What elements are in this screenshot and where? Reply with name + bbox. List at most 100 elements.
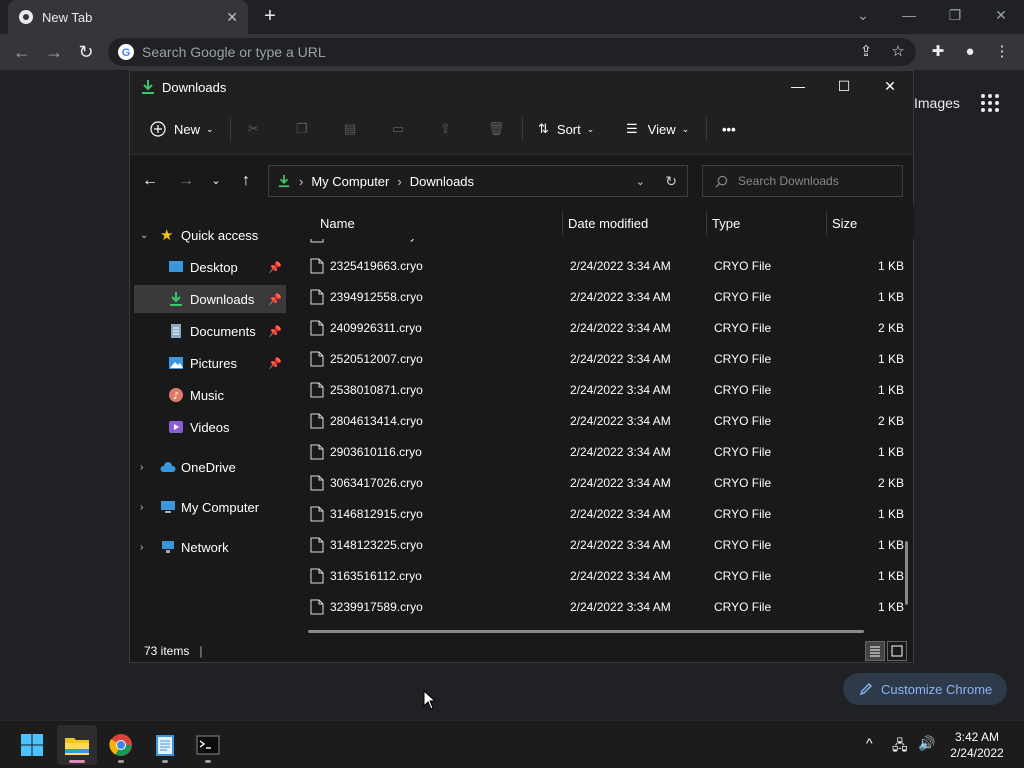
- network-status-icon[interactable]: 🖧: [892, 735, 908, 759]
- file-type: CRYO File: [714, 352, 772, 366]
- google-apps-icon[interactable]: [980, 93, 1000, 113]
- nav-quick-access[interactable]: ⌄ ★ Quick access: [134, 221, 286, 249]
- nav-my-computer[interactable]: › My Computer: [134, 493, 286, 521]
- share-file-icon[interactable]: ⇪: [440, 117, 451, 141]
- sort-label: Sort: [556, 121, 581, 137]
- explorer-minimize-button[interactable]: —: [775, 71, 821, 101]
- menu-icon[interactable]: ⋮: [990, 40, 1014, 64]
- column-date-modified[interactable]: Date modified: [568, 211, 648, 235]
- taskbar-terminal[interactable]: [188, 725, 228, 765]
- bookmark-star-icon[interactable]: ☆: [886, 40, 910, 64]
- nav-music[interactable]: ♪ Music: [134, 381, 286, 409]
- customize-chrome-button[interactable]: Customize Chrome: [843, 673, 1007, 705]
- up-icon[interactable]: ↑: [234, 169, 258, 193]
- column-name[interactable]: Name: [320, 211, 355, 235]
- expand-chevron-icon[interactable]: ›: [140, 462, 143, 473]
- images-link[interactable]: Images: [914, 95, 960, 111]
- column-size[interactable]: Size: [832, 211, 857, 235]
- refresh-icon[interactable]: ↻: [665, 173, 677, 190]
- volume-icon[interactable]: 🔊: [918, 735, 935, 752]
- expand-chevron-icon[interactable]: ›: [140, 542, 143, 553]
- taskbar-chrome[interactable]: [101, 725, 141, 765]
- horizontal-scrollbar[interactable]: [308, 630, 864, 633]
- file-row[interactable]: 3063417026.cryo 2/24/2022 3:34 AM CRYO Fil…: [310, 468, 910, 499]
- rename-icon[interactable]: ▭: [392, 117, 404, 141]
- forward-icon[interactable]: →: [42, 40, 66, 64]
- more-options-icon[interactable]: •••: [722, 117, 736, 141]
- nav-downloads[interactable]: Downloads 📌: [134, 285, 286, 313]
- tab-title: New Tab: [42, 9, 93, 25]
- status-bar: 73 items |: [130, 639, 913, 663]
- tab-new-tab[interactable]: New Tab ✕: [8, 0, 248, 34]
- nav-pictures[interactable]: Pictures 📌: [134, 349, 286, 377]
- file-row[interactable]: 2325419663.cryo 2/24/2022 3:34 AM CRYO Fil…: [310, 251, 910, 282]
- file-row[interactable]: 2538010871.cryo 2/24/2022 3:34 AM CRYO Fil…: [310, 375, 910, 406]
- file-row[interactable]: 2804613414.cryo 2/24/2022 3:34 AM CRYO Fil…: [310, 406, 910, 437]
- explorer-title: Downloads: [162, 79, 227, 95]
- profile-icon[interactable]: ●: [958, 40, 982, 64]
- system-clock[interactable]: 3:42 AM 2/24/2022: [940, 729, 1014, 761]
- back-icon[interactable]: ←: [10, 40, 34, 64]
- file-row[interactable]: 2394912558.cryo 2/24/2022 3:34 AM CRYO Fil…: [310, 282, 910, 313]
- file-row[interactable]: 3239917589.cryo 2/24/2022 3:34 AM CRYO Fil…: [310, 592, 910, 623]
- delete-icon[interactable]: 🗑: [488, 117, 505, 141]
- file-row[interactable]: 2520512007.cryo 2/24/2022 3:34 AM CRYO Fil…: [310, 344, 910, 375]
- sort-button[interactable]: ⇅ Sort ⌄: [538, 117, 594, 141]
- expand-chevron-icon[interactable]: ⌄: [140, 230, 148, 241]
- file-date: 2/24/2022 3:34 AM: [570, 600, 671, 614]
- file-icon: [310, 320, 324, 336]
- explorer-close-button[interactable]: ✕: [867, 71, 913, 101]
- file-row[interactable]: 3163516112.cryo 2/24/2022 3:34 AM CRYO Fil…: [310, 561, 910, 592]
- start-button[interactable]: [12, 725, 52, 765]
- taskbar: ^ 🖧 🔊 3:42 AM 2/24/2022: [0, 720, 1024, 768]
- details-view-icon[interactable]: [865, 641, 885, 661]
- chrome-favicon-icon: [19, 10, 33, 24]
- thumbnails-view-icon[interactable]: [887, 641, 907, 661]
- file-row[interactable]: 2409926311.cryo 2/24/2022 3:34 AM CRYO Fil…: [310, 313, 910, 344]
- show-hidden-icons-icon[interactable]: ^: [866, 735, 873, 751]
- close-button[interactable]: ✕: [978, 0, 1024, 30]
- file-date: 2/24/2022 3:34 AM: [570, 290, 671, 304]
- nav-videos[interactable]: Videos: [134, 413, 286, 441]
- file-row[interactable]: 2903610116.cryo 2/24/2022 3:34 AM CRYO Fil…: [310, 437, 910, 468]
- taskbar-file-explorer[interactable]: [57, 725, 97, 765]
- nav-desktop[interactable]: Desktop 📌: [134, 253, 286, 281]
- file-date: 2/24/2022 3:34 AM: [570, 476, 671, 490]
- view-button[interactable]: ☰ View ⌄: [626, 117, 689, 141]
- file-row[interactable]: 3148123225.cryo 2/24/2022 3:34 AM CRYO Fil…: [310, 530, 910, 561]
- expand-chevron-icon[interactable]: ›: [140, 502, 143, 513]
- new-tab-button[interactable]: +: [258, 4, 282, 28]
- recent-locations-icon[interactable]: ⌄: [204, 169, 228, 193]
- nav-onedrive[interactable]: › OneDrive: [134, 453, 286, 481]
- file-type: CRYO File: [714, 383, 772, 397]
- tab-search-icon[interactable]: ⌄: [840, 0, 886, 30]
- cut-icon[interactable]: ✂: [248, 117, 259, 141]
- omnibox[interactable]: G Search Google or type a URL: [108, 38, 916, 66]
- forward-icon[interactable]: →: [174, 169, 198, 193]
- nav-documents[interactable]: Documents 📌: [134, 317, 286, 345]
- paste-icon[interactable]: ▤: [344, 117, 356, 141]
- nav-network[interactable]: › Network: [134, 533, 286, 561]
- tab-close-icon[interactable]: ✕: [226, 9, 238, 26]
- computer-icon: [161, 501, 175, 513]
- extensions-icon[interactable]: ✚: [926, 40, 950, 64]
- breadcrumb-my-computer[interactable]: My Computer: [311, 174, 389, 189]
- chrome-tab-strip: New Tab ✕ + ⌄ — ❐ ✕: [0, 0, 1024, 34]
- column-type[interactable]: Type: [712, 211, 740, 235]
- address-dropdown-icon[interactable]: ⌄: [636, 175, 645, 188]
- address-bar[interactable]: › My Computer › Downloads ⌄ ↻: [268, 165, 688, 197]
- taskbar-notepad[interactable]: [145, 725, 185, 765]
- share-icon[interactable]: ⇪: [854, 40, 878, 64]
- copy-icon[interactable]: ❐: [296, 117, 308, 141]
- reload-icon[interactable]: ↻: [74, 40, 98, 64]
- restore-button[interactable]: ❐: [932, 0, 978, 30]
- downloads-icon: [170, 292, 182, 306]
- file-row[interactable]: 3146812915.cryo 2/24/2022 3:34 AM CRYO Fil…: [310, 499, 910, 530]
- minimize-button[interactable]: —: [886, 0, 932, 30]
- vertical-scrollbar[interactable]: [905, 541, 908, 605]
- explorer-maximize-button[interactable]: ☐: [821, 71, 867, 101]
- search-downloads-input[interactable]: Search Downloads: [702, 165, 903, 197]
- breadcrumb-downloads[interactable]: Downloads: [410, 174, 474, 189]
- back-icon[interactable]: ←: [138, 169, 162, 193]
- new-button[interactable]: New ⌄: [150, 117, 214, 141]
